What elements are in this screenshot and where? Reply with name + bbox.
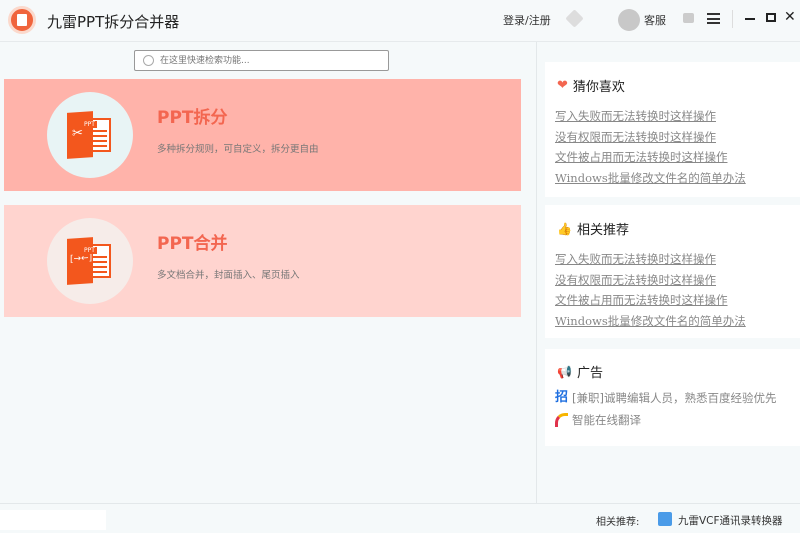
article-link[interactable]: 没有权限而无法转换时这样操作 — [555, 270, 746, 291]
login-register-link[interactable]: 登录/注册 — [503, 12, 551, 28]
search-input[interactable] — [160, 53, 380, 68]
vcf-app-icon — [658, 512, 672, 526]
ad-panel: 📢 广告 招 [兼职]诚聘编辑人员，熟悉百度经验优先 智能在线翻译 — [545, 349, 800, 446]
headset-icon[interactable] — [618, 9, 640, 31]
section-title: 相关推荐 — [576, 223, 629, 238]
article-link[interactable]: 写入失败而无法转换时这样操作 — [555, 106, 746, 127]
card-description: 多文档合并，封面插入、尾页插入 — [157, 270, 300, 281]
section-title: 猜你喜欢 — [572, 80, 625, 95]
footer-bar: 相关推荐: 九雷VCF通讯录转换器 — [0, 503, 800, 533]
merge-icon: [→←] PPT — [47, 218, 133, 304]
card-title: PPT拆分 — [157, 108, 228, 128]
minimize-button[interactable] — [745, 18, 755, 20]
ad-item-job[interactable]: 招 [兼职]诚聘编辑人员，熟悉百度经验优先 — [555, 387, 777, 409]
article-link[interactable]: 没有权限而无法转换时这样操作 — [555, 127, 746, 148]
search-box[interactable] — [134, 50, 389, 71]
footer-blank — [0, 510, 106, 530]
menu-icon[interactable] — [707, 13, 720, 24]
thumbs-up-icon: 👍 — [557, 221, 572, 236]
guess-you-like-panel: ❤ 猜你喜欢 写入失败而无法转换时这样操作 没有权限而无法转换时这样操作 文件被占… — [545, 62, 800, 197]
megaphone-icon: 📢 — [557, 364, 572, 379]
recruit-icon: 招 — [555, 390, 569, 405]
app-logo-icon — [8, 6, 36, 34]
ppt-merge-card[interactable]: [→←] PPT PPT合并 多文档合并，封面插入、尾页插入 — [4, 205, 521, 317]
section-title: 广告 — [576, 366, 603, 381]
vcf-converter-link[interactable]: 九雷VCF通讯录转换器 — [678, 513, 783, 528]
customer-service-button[interactable]: 客服 — [644, 12, 666, 28]
title-bar: 九雷PPT拆分合并器 登录/注册 客服 ✕ — [0, 0, 800, 42]
maximize-button[interactable] — [766, 13, 776, 22]
app-title: 九雷PPT拆分合并器 — [47, 13, 180, 31]
card-title: PPT合并 — [157, 234, 228, 254]
rainbow-icon — [555, 413, 568, 427]
vip-diamond-icon[interactable] — [565, 9, 584, 28]
heart-icon: ❤ — [557, 78, 568, 93]
article-link[interactable]: Windows批量修改文件名的简单办法 — [555, 311, 746, 332]
panel-divider — [536, 42, 537, 503]
divider — [732, 10, 733, 28]
ad-item-translate[interactable]: 智能在线翻译 — [555, 409, 777, 431]
search-icon — [143, 55, 154, 66]
article-link[interactable]: 写入失败而无法转换时这样操作 — [555, 249, 746, 270]
split-icon: ✂ PPT — [47, 92, 133, 178]
related-recommend-panel: 👍 相关推荐 写入失败而无法转换时这样操作 没有权限而无法转换时这样操作 文件被占… — [545, 205, 800, 338]
footer-label: 相关推荐: — [596, 517, 640, 528]
card-description: 多种拆分规则，可自定义，拆分更自由 — [157, 144, 319, 155]
skin-shirt-icon[interactable] — [683, 13, 694, 23]
close-button[interactable]: ✕ — [784, 9, 796, 25]
ppt-split-card[interactable]: ✂ PPT PPT拆分 多种拆分规则，可自定义，拆分更自由 — [4, 79, 521, 191]
article-link[interactable]: Windows批量修改文件名的简单办法 — [555, 168, 746, 189]
article-link[interactable]: 文件被占用而无法转换时这样操作 — [555, 290, 746, 311]
article-link[interactable]: 文件被占用而无法转换时这样操作 — [555, 147, 746, 168]
